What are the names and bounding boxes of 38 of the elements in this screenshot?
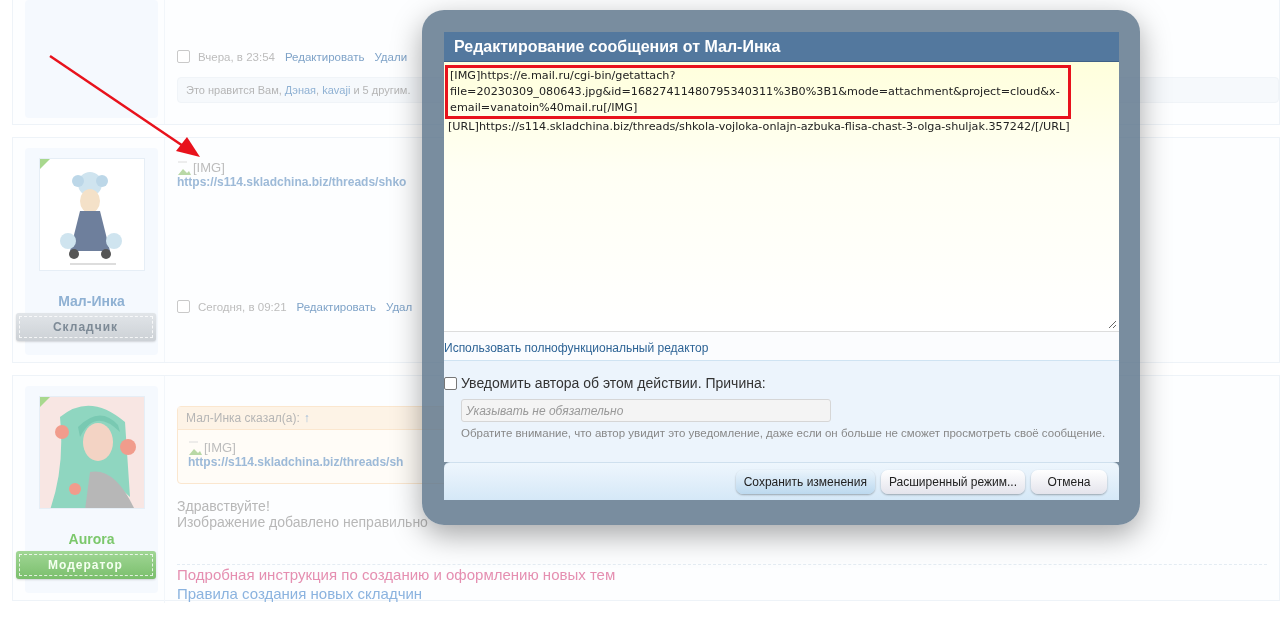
- message-editor[interactable]: [444, 62, 1119, 332]
- author-name[interactable]: Aurora: [68, 531, 115, 547]
- dialog-button[interactable]: Сохранить изменения: [735, 469, 875, 494]
- corner-marker-icon: [39, 159, 51, 170]
- edit-link[interactable]: Редактировать: [284, 50, 365, 63]
- notify-label: Уведомить автора об этом действии. Причина:: [461, 375, 766, 391]
- dialog-button[interactable]: Отмена: [1031, 469, 1107, 494]
- select-checkbox[interactable]: [177, 300, 190, 313]
- edit-link[interactable]: Редактировать: [296, 300, 376, 313]
- bbcode-text: [URL]https://s114.skladchina.biz/threads/shkola-vojloka-onlajn-azbuka-flisa-chast-3-olga-shuljak.357242/[/URL]: [447, 119, 1071, 135]
- image-alt-text: [IMG]: [193, 160, 225, 175]
- corner-marker-icon: [39, 397, 51, 408]
- broken-image-icon: [177, 160, 191, 175]
- full-editor-link[interactable]: Использовать полнофункциональный редактор: [444, 341, 709, 355]
- signature-link[interactable]: Подробная инструкция по созданию и оформлению новых тем: [177, 565, 1279, 584]
- delete-link[interactable]: Удал: [386, 300, 413, 313]
- image-alt-text: [IMG]: [204, 440, 236, 455]
- dialog-button[interactable]: Расширенный режим...: [880, 469, 1025, 494]
- select-checkbox[interactable]: [177, 50, 190, 63]
- broken-image-icon: [188, 440, 202, 455]
- message-text: Изображение добавлено неправильно: [177, 514, 429, 530]
- message-text: Здравствуйте!: [177, 498, 271, 514]
- notify-hint: Обратите внимание, что автор увидит это уведомление, даже если он больше не сможет просмотреть своё сообщение.: [461, 427, 1107, 439]
- post-date: Сегодня, в 09:21: [198, 300, 287, 313]
- notify-checkbox[interactable]: [444, 376, 457, 390]
- author-name[interactable]: Мал-Инка: [58, 293, 125, 309]
- post-date: Вчера, в 23:54: [198, 50, 275, 63]
- user-link[interactable]: kavaji: [322, 84, 351, 96]
- reason-field[interactable]: Указывать не обязательно: [461, 399, 831, 422]
- role-badge: Модератор: [15, 551, 156, 579]
- resize-grip-icon[interactable]: [1108, 320, 1117, 329]
- quote-attribution: Мал-Инка сказал(а):: [186, 411, 300, 425]
- delete-link[interactable]: Удали: [374, 50, 408, 63]
- highlighted-text: [IMG]https://e.mail.ru/cgi-bin/getattach?file=20230309_080643.jpg&id=16827411480795340311%3B0%3B1&mode=attachment&project=cloud&x-email=vanatoin%40mail.ru[/IMG]: [445, 65, 1071, 119]
- jump-link[interactable]: ↑: [303, 411, 310, 425]
- dialog-title: Редактирование сообщения от Мал-Инка: [444, 32, 1119, 62]
- signature-link[interactable]: Правила создания новых складчин: [177, 584, 1279, 603]
- role-badge: Складчик: [15, 313, 156, 341]
